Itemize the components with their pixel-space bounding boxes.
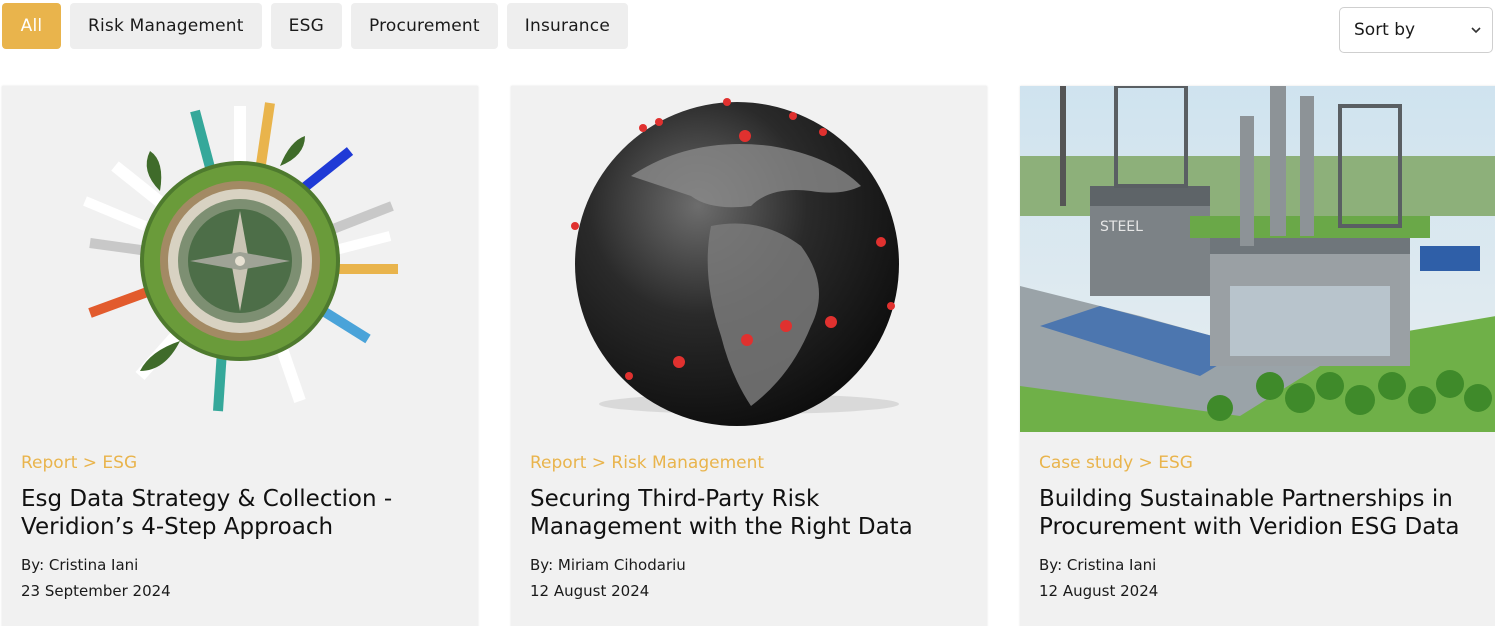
article-title[interactable]: Building Sustainable Partnerships in Pro… [1039, 485, 1484, 541]
globe-risk-map-illustration [511, 86, 987, 432]
green-steel-factory-illustration: STEEL [1020, 86, 1495, 432]
article-title[interactable]: Esg Data Strategy & Collection - Veridio… [21, 485, 466, 541]
article-author: By: Cristina Iani [1039, 556, 1157, 574]
article-date: 23 September 2024 [21, 582, 171, 600]
article-breadcrumb[interactable]: Report > Risk Management [530, 453, 764, 473]
filter-chip-esg[interactable]: ESG [270, 3, 342, 49]
article-card[interactable]: STEEL Case study > ESG Building Sustaina… [1020, 86, 1495, 626]
filter-chip-insurance[interactable]: Insurance [506, 3, 628, 49]
article-date: 12 August 2024 [1039, 582, 1159, 600]
article-breadcrumb[interactable]: Report > ESG [21, 453, 137, 473]
category-filter-bar: All Risk Management ESG Procurement Insu… [2, 3, 628, 49]
article-thumbnail[interactable] [511, 86, 987, 432]
svg-text:STEEL: STEEL [1100, 219, 1143, 235]
article-thumbnail[interactable]: STEEL [1020, 86, 1495, 432]
filter-chip-all[interactable]: All [2, 3, 61, 49]
article-card[interactable]: Report > Risk Management Securing Third-… [511, 86, 987, 626]
article-title[interactable]: Securing Third-Party Risk Management wit… [530, 485, 975, 541]
article-date: 12 August 2024 [530, 582, 650, 600]
article-thumbnail[interactable] [2, 86, 478, 432]
article-card[interactable]: Report > ESG Esg Data Strategy & Collect… [2, 86, 478, 626]
chevron-down-icon [1471, 27, 1481, 34]
article-breadcrumb[interactable]: Case study > ESG [1039, 453, 1193, 473]
sort-by-label: Sort by [1354, 20, 1416, 40]
sort-by-select[interactable]: Sort by [1339, 7, 1493, 53]
esg-compass-illustration [2, 86, 478, 432]
article-author: By: Miriam Cihodariu [530, 556, 686, 574]
filter-chip-procurement[interactable]: Procurement [350, 3, 498, 49]
filter-chip-risk-management[interactable]: Risk Management [70, 3, 262, 49]
article-author: By: Cristina Iani [21, 556, 139, 574]
